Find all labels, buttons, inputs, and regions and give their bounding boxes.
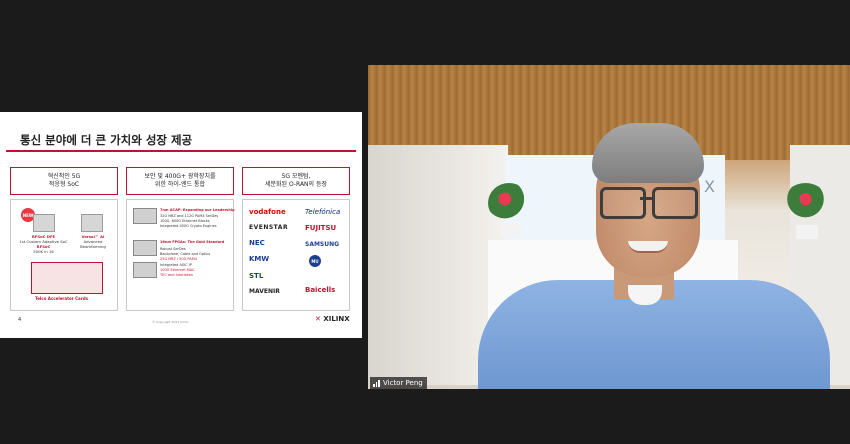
column-heading: 보안 및 400G+ 광학장치를 위한 하이-엔드 통합	[126, 167, 234, 195]
logo-vodafone: vodafone	[249, 208, 286, 216]
chip-icon	[81, 214, 103, 232]
heading-line: 위한 하이-엔드 통합	[154, 181, 206, 188]
heading-line: 혁신적인 5G	[47, 173, 81, 180]
product-label: Beamforming	[80, 244, 106, 249]
heading-line: 5G 모멘텀,	[281, 173, 311, 180]
logo-nec: NEC	[249, 239, 265, 247]
group-title: 16nm FPGAs: The Gold Standard	[160, 240, 225, 244]
logo-kmw: KMW	[249, 255, 270, 263]
participant-name-tag: Victor Peng	[370, 377, 427, 389]
slide-copyright: © Copyright 2021 Xilinx	[152, 320, 189, 324]
glasses-lens	[600, 187, 646, 219]
heading-line: 보안 및 400G+ 광학장치를	[144, 173, 216, 180]
xilinx-logo: ✕ XILINX	[315, 315, 350, 323]
speaker-person	[478, 115, 830, 389]
card-label: Telco Accelerator Cards	[35, 296, 88, 301]
brand-text: XILINX	[323, 315, 350, 323]
heading-line: 세분화된 O-RAN의 등장	[264, 181, 328, 188]
glasses-lens	[652, 187, 698, 219]
slide-column-5g-momentum: 5G 모멘텀, 세분화된 O-RAN의 등장 vodafone Telefóni…	[242, 167, 350, 311]
audio-level-icon	[373, 379, 380, 387]
logo-evenstar: EVENSTAR	[249, 224, 289, 231]
xilinx-x-icon: ✕	[315, 315, 321, 323]
speaker-video-tile[interactable]: X	[368, 65, 850, 389]
column-heading: 혁신적인 5G 적응형 SoC	[10, 167, 118, 195]
chip-icon	[133, 240, 157, 256]
logo-mu: MU	[309, 255, 321, 267]
logo-stl: STL	[249, 272, 264, 280]
list-item: TEC and Interlaken	[160, 273, 194, 277]
column-body: NEW RFSoC DFE 1st Custom Adaptive SoC RF…	[10, 199, 118, 311]
list-item: Integrated 400G Crypto Engines	[160, 224, 217, 228]
hair	[592, 123, 704, 183]
group-title: 7nm ACAP: Expanding our Leadership	[160, 208, 235, 212]
glasses-bridge	[640, 197, 652, 200]
column-body: 7nm ACAP: Expanding our Leadership 32G N…	[126, 199, 235, 311]
chip-icon	[33, 214, 55, 232]
slide-title: 통신 분야에 더 큰 가치와 성장 제공	[20, 133, 193, 147]
heading-line: 적응형 SoC	[48, 181, 80, 188]
logo-telefonica: Telefónica	[305, 208, 341, 216]
glasses	[600, 187, 698, 219]
product-label: 500K in 16	[33, 249, 54, 254]
logo-mavenir: MAVENIR	[249, 288, 280, 295]
slide-column-high-end-integration: 보안 및 400G+ 광학장치를 위한 하이-엔드 통합 7nm ACAP: E…	[126, 167, 235, 311]
logo-baicells: Baicells	[305, 286, 336, 294]
list-item: 25G NRZ / 50G PAM4	[160, 257, 197, 261]
partner-logo-grid: vodafone Telefónica EVENSTAR FUJITSU NEC…	[242, 199, 350, 311]
column-heading: 5G 모멘텀, 세분화된 O-RAN의 등장	[242, 167, 350, 195]
slide-page-number: 4	[18, 317, 22, 323]
slide-column-adaptive-soc: 혁신적인 5G 적응형 SoC NEW RFSoC DFE 1st Custom…	[10, 167, 118, 311]
chip-icon	[133, 208, 157, 224]
logo-samsung: SAMSUNG	[305, 241, 340, 248]
slide-title-rule	[6, 150, 356, 152]
logo-fujitsu: FUJITSU	[305, 224, 337, 232]
mouth	[628, 241, 668, 253]
participant-name: Victor Peng	[383, 379, 423, 387]
chip-icon	[133, 262, 157, 278]
shared-screen-slide: 통신 분야에 더 큰 가치와 성장 제공 혁신적인 5G 적응형 SoC NEW…	[0, 112, 362, 338]
accelerator-card-image	[31, 262, 103, 294]
